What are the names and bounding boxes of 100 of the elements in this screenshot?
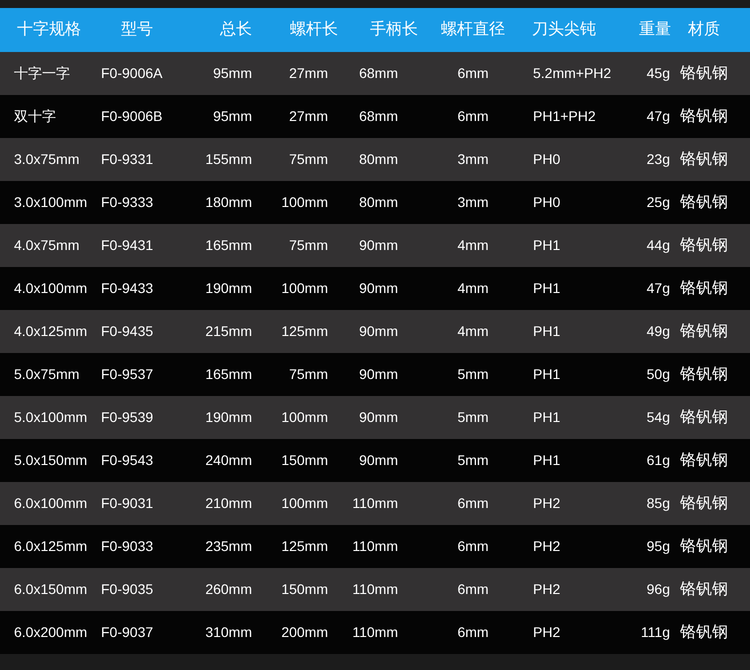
column-header: 十字规格 bbox=[16, 20, 82, 40]
table-cell-text: 铬钒钢 bbox=[679, 192, 729, 212]
table-cell-text: 90mm bbox=[358, 365, 399, 384]
table-cell-text: 6.0x125mm bbox=[13, 537, 88, 556]
table-cell-text: 85g bbox=[646, 494, 671, 513]
table-cell-text: 27mm bbox=[288, 107, 329, 126]
table-cell-text: PH0 bbox=[532, 193, 562, 212]
table-cell-text: 6mm bbox=[456, 580, 490, 599]
table-cell-text: F0-9543 bbox=[100, 451, 154, 470]
table-cell-text: 100mm bbox=[280, 494, 329, 513]
table-cell-text: 双十字 bbox=[13, 107, 57, 126]
table-cell-text: 5.0x75mm bbox=[13, 365, 80, 384]
table-cell-text: 165mm bbox=[204, 236, 252, 255]
table-cell-text: 90mm bbox=[358, 322, 399, 341]
table-cell-text: 6.0x200mm bbox=[13, 623, 88, 642]
table-cell-text: PH2 bbox=[532, 623, 562, 642]
table-cell-text: 铬钒钢 bbox=[679, 536, 729, 556]
table-cell-text: 111g bbox=[640, 623, 671, 642]
table-cell-text: PH1+PH2 bbox=[532, 107, 597, 126]
table-cell-text: 铬钒钢 bbox=[679, 64, 729, 84]
table-cell-text: 95g bbox=[646, 537, 671, 556]
table-cell-text: 4.0x100mm bbox=[13, 279, 88, 298]
table-cell-text: 6mm bbox=[456, 64, 490, 83]
table-cell-text: 210mm bbox=[204, 494, 252, 513]
table-cell-text: PH2 bbox=[532, 580, 562, 599]
table-cell-text: 3mm bbox=[456, 193, 490, 212]
table-cell-text: 十字一字 bbox=[13, 64, 71, 83]
table-cell-text: 45g bbox=[646, 64, 671, 83]
table-cell-text: 铬钒钢 bbox=[679, 580, 729, 600]
table-cell-text: 90mm bbox=[358, 451, 399, 470]
table-cell-text: 95mm bbox=[212, 107, 252, 126]
table-cell-text: 235mm bbox=[204, 537, 252, 556]
table-cell-text: F0-9031 bbox=[100, 494, 154, 513]
table-cell-text: 190mm bbox=[204, 279, 252, 298]
table-cell-text: 110mm bbox=[351, 623, 399, 642]
table-cell-text: 27mm bbox=[288, 64, 329, 83]
table-cell-text: 铬钒钢 bbox=[679, 364, 729, 384]
table-cell-text: F0-9006A bbox=[100, 64, 164, 83]
table-cell-text: 90mm bbox=[358, 279, 399, 298]
table-cell-text: F0-9035 bbox=[100, 580, 154, 599]
table-cell-text: 190mm bbox=[204, 408, 252, 427]
column-header: 手柄长 bbox=[369, 20, 418, 40]
table-cell-text: 4mm bbox=[456, 236, 490, 255]
table-cell-text: F0-9539 bbox=[100, 408, 154, 427]
table-cell-text: 铬钒钢 bbox=[679, 322, 729, 342]
table-cell-text: F0-9037 bbox=[100, 623, 154, 642]
table-cell-text: PH1 bbox=[532, 236, 562, 255]
table-cell-text: 110mm bbox=[351, 537, 399, 556]
table-cell-text: PH2 bbox=[532, 494, 562, 513]
table-cell-text: 90mm bbox=[358, 408, 399, 427]
table-cell-text: F0-9431 bbox=[100, 236, 154, 255]
table-cell-text: 铬钒钢 bbox=[679, 450, 729, 470]
table-cell-text: PH1 bbox=[532, 322, 562, 341]
table-cell-text: 铬钒钢 bbox=[679, 494, 729, 514]
table-cell-text: 5.2mm+PH2 bbox=[532, 64, 612, 83]
table-cell-text: 6.0x100mm bbox=[13, 494, 88, 513]
table-cell-text: 100mm bbox=[280, 193, 329, 212]
table-cell-text: 铬钒钢 bbox=[679, 236, 729, 256]
table-cell-text: 100mm bbox=[280, 279, 329, 298]
column-header: 总长 bbox=[219, 20, 252, 40]
table-cell-text: 200mm bbox=[280, 623, 329, 642]
table-cell-text: 50g bbox=[646, 365, 671, 384]
table-cell-text: 80mm bbox=[358, 150, 399, 169]
table-cell-text: PH1 bbox=[532, 408, 562, 427]
table-cell-text: 150mm bbox=[280, 451, 329, 470]
table-cell-text: 5mm bbox=[456, 408, 490, 427]
table-cell-text: 3.0x100mm bbox=[13, 193, 88, 212]
table-cell-text: 68mm bbox=[358, 107, 399, 126]
table-cell-text: 150mm bbox=[280, 580, 329, 599]
table-cell-text: 6mm bbox=[456, 107, 490, 126]
table-cell-text: 260mm bbox=[204, 580, 252, 599]
table-cell-text: F0-9433 bbox=[100, 279, 154, 298]
table-cell-text: 47g bbox=[646, 279, 671, 298]
table-cell-text: 5.0x100mm bbox=[13, 408, 88, 427]
table-cell-text: PH2 bbox=[532, 537, 562, 556]
column-header: 刀头尖钝 bbox=[531, 20, 597, 40]
table-cell-text: PH1 bbox=[532, 365, 562, 384]
table-cell-text: 4mm bbox=[456, 322, 490, 341]
table-cell-text: 3.0x75mm bbox=[13, 150, 80, 169]
table-cell-text: 61g bbox=[646, 451, 671, 470]
table-cell-text: 铬钒钢 bbox=[679, 408, 729, 428]
table-cell-text: 75mm bbox=[288, 150, 329, 169]
table-cell-text: 49g bbox=[646, 322, 671, 341]
table-cell-text: 95mm bbox=[212, 64, 252, 83]
table-cell-text: 4mm bbox=[456, 279, 490, 298]
column-header: 螺杆长 bbox=[289, 20, 338, 40]
table-cell-text: 4.0x125mm bbox=[13, 322, 88, 341]
table-cell-text: 54g bbox=[646, 408, 671, 427]
table-cell-text: F0-9537 bbox=[100, 365, 154, 384]
table-cell-text: 5mm bbox=[456, 365, 490, 384]
table-cell-text: 3mm bbox=[456, 150, 490, 169]
column-header: 重量 bbox=[638, 20, 672, 40]
table-cell-text: 310mm bbox=[204, 623, 252, 642]
table-cell-text: 47g bbox=[646, 107, 671, 126]
table-cell-text: F0-9006B bbox=[100, 107, 164, 126]
table-cell-text: 75mm bbox=[288, 365, 329, 384]
table-cell-text: 215mm bbox=[204, 322, 252, 341]
table-cell-text: 5mm bbox=[456, 451, 490, 470]
table-cell-text: 90mm bbox=[358, 236, 399, 255]
table-cell-text: 125mm bbox=[280, 537, 329, 556]
